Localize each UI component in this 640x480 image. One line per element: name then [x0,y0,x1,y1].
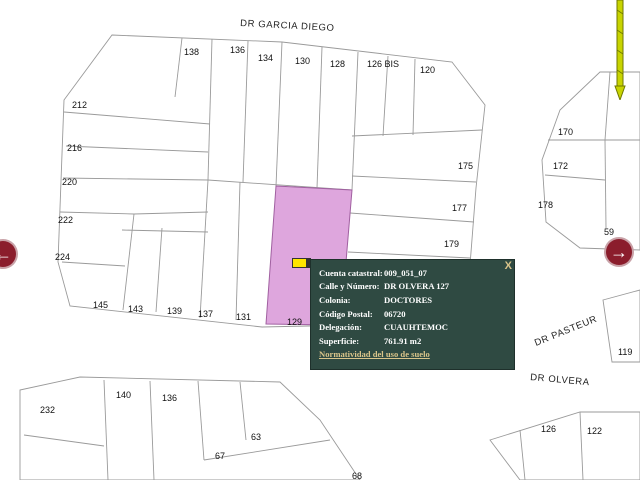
lot-label: 136 [162,393,177,403]
lot-label: 63 [251,432,261,442]
street-label-olvera: DR OLVERA [530,372,590,388]
popup-value: DOCTORES [384,294,433,305]
lot-label: 177 [452,203,467,213]
popup-key: Calle y Número: [319,281,380,292]
lot-label: 224 [55,252,70,262]
street-label-garcia-diego: DR GARCIA DIEGO [240,18,335,34]
popup-key: Cuenta catastral: [319,267,383,278]
lot-label: 220 [62,177,77,187]
lot-label: 59 [604,227,614,237]
arrow-left-icon: ← [0,244,12,264]
south-west-block [19,376,361,480]
lot-label: 126 BIS [367,59,399,69]
pan-right-button[interactable]: → [606,239,632,265]
popup-value: 06720 [384,308,406,319]
lot-label: 130 [295,56,310,66]
popup-row-superficie: Superficie: 761.91 m2 [319,334,508,348]
lot-label: 216 [67,143,82,153]
lot-label: 143 [128,304,143,314]
popup-value: 761.91 m2 [384,335,422,346]
map-canvas[interactable]: DR GARCIA DIEGO DR PASTEUR DR OLVERA 138… [0,0,640,480]
lot-label: 222 [58,215,73,225]
lot-label: 137 [198,309,213,319]
lot-label: 145 [93,300,108,310]
lot-label: 131 [236,312,251,322]
popup-value: DR OLVERA 127 [384,281,450,292]
popup-value: CUAUHTEMOC [384,322,448,333]
south-east-block [489,411,640,480]
lot-label: 67 [215,451,225,461]
lot-label: 178 [538,200,553,210]
lot-label: 129 [287,317,302,327]
popup-row-cuenta: Cuenta catastral: 009_051_07 [319,266,508,280]
lot-label: 140 [116,390,131,400]
arrow-right-icon: → [610,242,628,262]
popup-key: Código Postal: [319,308,373,319]
lot-label: 232 [40,405,55,415]
popup-row-delegacion: Delegación: CUAUHTEMOC [319,320,508,334]
popup-value: 009_051_07 [384,267,427,278]
close-popup-button[interactable]: X [505,260,512,272]
lot-label: 170 [558,127,573,137]
popup-key: Delegación: [319,322,362,333]
lot-label: 136 [230,45,245,55]
popup-key: Superficie: [319,335,360,346]
popup-row-colonia: Colonia: DOCTORES [319,293,508,307]
lot-label: 128 [330,59,345,69]
lot-label: 175 [458,161,473,171]
lot-label: 122 [587,426,602,436]
land-use-regulations-link[interactable]: Normatividad del uso de suelo [319,349,430,359]
popup-row-calle: Calle y Número: DR OLVERA 127 [319,280,508,294]
lot-label: 179 [444,239,459,249]
street-label-pasteur: DR PASTEUR [533,314,599,349]
lot-label: 68 [352,471,362,480]
parcel-info-popup: X Cuenta catastral: 009_051_07 Calle y N… [310,259,515,370]
lot-label: 212 [72,100,87,110]
lot-label: 120 [420,65,435,75]
lot-label: 172 [553,161,568,171]
lot-label: 126 [541,424,556,434]
popup-key: Colonia: [319,294,351,305]
lot-label: 134 [258,53,273,63]
street-view-pegman-icon[interactable] [613,0,627,100]
lot-label: 138 [184,47,199,57]
lot-label: 119 [618,347,632,357]
lot-label: 139 [167,306,182,316]
popup-row-cp: Código Postal: 06720 [319,307,508,321]
